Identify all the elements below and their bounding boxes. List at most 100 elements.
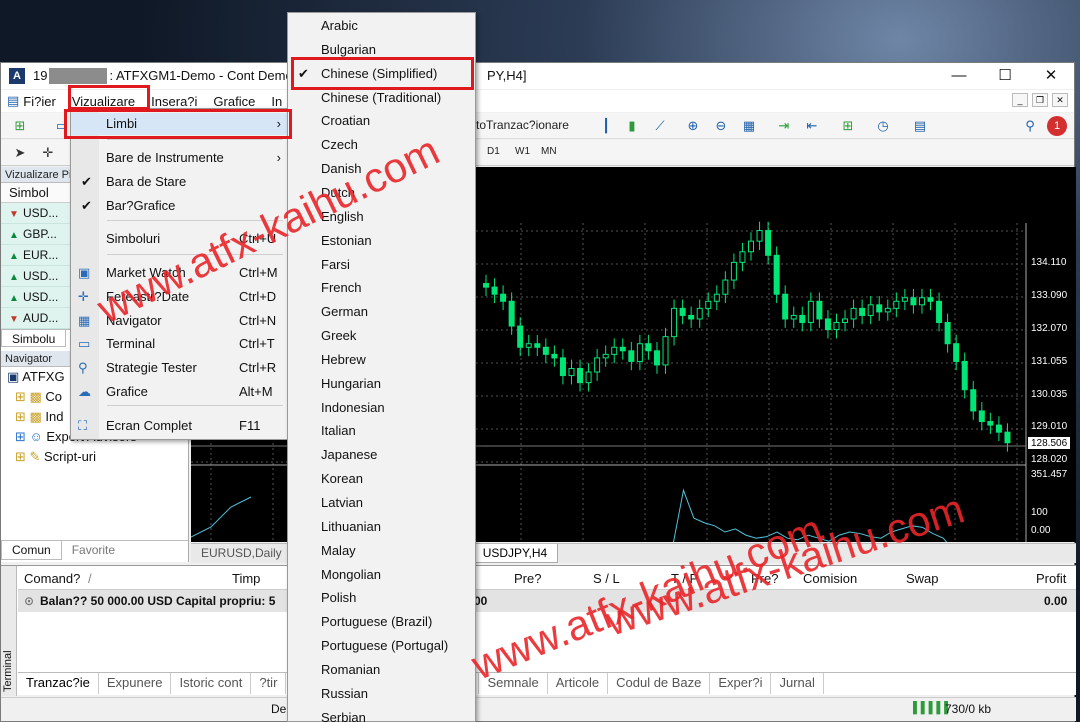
view-menu-item[interactable]: ✔ Bara de Stare	[71, 171, 287, 193]
chart-tab-usdjpy[interactable]: USDJPY,H4	[471, 544, 559, 563]
candle-body	[713, 293, 720, 302]
templates-icon[interactable]: ▤	[911, 117, 929, 135]
terminal-tab[interactable]: Istoric cont	[171, 673, 252, 694]
price-tick-label: 132.070	[1031, 323, 1068, 334]
language-option[interactable]: German	[321, 300, 368, 324]
col-commission[interactable]: Comision	[803, 571, 857, 586]
nav-scripts[interactable]: ⊞ ✎ Script-uri	[1, 447, 188, 467]
language-option[interactable]: Hebrew	[321, 348, 366, 372]
view-menu-item[interactable]: ✔ Bar?Grafice	[71, 195, 287, 217]
terminal-tab[interactable]: Jurnal	[771, 673, 824, 694]
zoom-out-icon[interactable]: ⊖	[712, 117, 730, 135]
timeframe-w1[interactable]: W1	[515, 146, 530, 157]
view-menu-item[interactable]: ⛶ Ecran Complet F11	[71, 415, 287, 437]
cursor-icon[interactable]: ➤	[11, 144, 29, 162]
language-option[interactable]: Indonesian	[321, 396, 385, 420]
language-option[interactable]: English	[321, 205, 364, 229]
language-option[interactable]: Croatian	[321, 109, 370, 133]
language-option[interactable]: Korean	[321, 467, 363, 491]
language-option[interactable]: French	[321, 276, 361, 300]
language-option[interactable]: Mongolian	[321, 563, 381, 587]
mdi-close-button[interactable]: ✕	[1052, 93, 1068, 107]
tab-common[interactable]: Comun	[1, 541, 62, 560]
bar-chart-icon[interactable]: ┃	[597, 117, 615, 135]
view-menu-item[interactable]: ▣ Market Watch Ctrl+M	[71, 262, 287, 284]
language-option[interactable]: Danish	[321, 157, 361, 181]
terminal-tab[interactable]: ?tir	[251, 673, 287, 694]
tab-favorites[interactable]: Favorite	[62, 541, 125, 560]
terminal-tab[interactable]: Expunere	[99, 673, 172, 694]
view-menu-item[interactable]: ✛ Fereastr?Date Ctrl+D	[71, 286, 287, 308]
close-button[interactable]: ✕	[1028, 63, 1074, 89]
new-chart-icon[interactable]: ⊞	[11, 117, 29, 135]
price-tick-label: 130.035	[1031, 389, 1068, 400]
mdi-minimize-button[interactable]: _	[1012, 93, 1028, 107]
line-chart-icon[interactable]: ⟋	[651, 117, 669, 135]
language-option[interactable]: Lithuanian	[321, 515, 381, 539]
price-tick-label: 129.010	[1031, 421, 1068, 432]
language-option[interactable]: Malay	[321, 539, 356, 563]
periods-clock-icon[interactable]: ◷	[874, 117, 892, 135]
crosshair-icon[interactable]: ✛	[39, 144, 57, 162]
language-option[interactable]: Serbian	[321, 706, 366, 722]
tile-windows-icon[interactable]: ▦	[740, 117, 758, 135]
terminal-tab[interactable]: Tranzac?ie	[18, 673, 99, 694]
language-option[interactable]: Italian	[321, 419, 356, 443]
view-menu-item[interactable]: ☁ Grafice Alt+M	[71, 381, 287, 403]
autotrading-button[interactable]: toTranzac?ionare	[476, 118, 569, 132]
view-menu-item[interactable]: Simboluri Ctrl+U	[71, 228, 287, 250]
language-option[interactable]: Arabic	[321, 14, 358, 38]
col-sl[interactable]: S / L	[593, 571, 620, 586]
language-option[interactable]: Estonian	[321, 229, 372, 253]
col-price2[interactable]: Pre?	[751, 571, 778, 586]
language-option[interactable]: Japanese	[321, 443, 377, 467]
terminal-tab[interactable]: Codul de Baze	[608, 673, 711, 694]
candle-body	[739, 251, 746, 263]
language-option[interactable]: Portuguese (Portugal)	[321, 634, 448, 658]
view-menu-item[interactable]: ⚲ Strategie Tester Ctrl+R	[71, 357, 287, 379]
language-option[interactable]: Czech	[321, 133, 358, 157]
mdi-restore-button[interactable]: ❐	[1032, 93, 1048, 107]
language-option[interactable]: Polish	[321, 586, 356, 610]
search-icon[interactable]: ⚲	[1021, 117, 1039, 135]
view-menu-item[interactable]: ▭ Terminal Ctrl+T	[71, 333, 287, 355]
menu-charts[interactable]: Grafice	[205, 94, 263, 109]
timeframe-mn[interactable]: MN	[541, 146, 557, 157]
chart-shift-icon[interactable]: ⇥	[775, 117, 793, 135]
col-profit[interactable]: Profit	[1036, 571, 1066, 586]
language-option[interactable]: Hungarian	[321, 372, 381, 396]
menu-insert[interactable]: Insera?i	[143, 94, 205, 109]
candlestick-icon[interactable]: ▮	[623, 117, 641, 135]
language-option[interactable]: Dutch	[321, 181, 355, 205]
maximize-button[interactable]: ☐	[982, 63, 1028, 89]
notification-badge[interactable]: 1	[1047, 116, 1067, 136]
timeframe-d1[interactable]: D1	[487, 146, 500, 157]
terminal-tab[interactable]: Articole	[548, 673, 609, 694]
col-swap[interactable]: Swap	[906, 571, 939, 586]
col-tp[interactable]: T / P	[671, 571, 698, 586]
col-order[interactable]: Comand?	[24, 571, 80, 586]
language-option[interactable]: Latvian	[321, 491, 363, 515]
zoom-in-icon[interactable]: ⊕	[684, 117, 702, 135]
minimize-button[interactable]: —	[936, 63, 982, 89]
autoscroll-icon[interactable]: ⇤	[803, 117, 821, 135]
balance-row[interactable]: ⊙ Balan?? 50 000.00 USD Capital propriu:…	[18, 590, 1076, 612]
language-option[interactable]: Portuguese (Brazil)	[321, 610, 432, 634]
language-option[interactable]: Romanian	[321, 658, 380, 682]
language-option[interactable]: Greek	[321, 324, 356, 348]
menu-file[interactable]: Fi?ier	[19, 94, 64, 109]
menu-item-shortcut: Ctrl+R	[239, 360, 277, 375]
tab-symbols[interactable]: Simbolu	[1, 330, 67, 347]
symbol-name: USD...	[23, 269, 59, 283]
indicators-icon[interactable]: ⊞	[839, 117, 857, 135]
language-option[interactable]: Russian	[321, 682, 368, 706]
chart-tab-eurusd[interactable]: EURUSD,Daily	[191, 544, 292, 563]
view-menu-item[interactable]: ▦ Navigator Ctrl+N	[71, 310, 287, 332]
language-option[interactable]: Farsi	[321, 253, 350, 277]
view-menu-item[interactable]: Bare de Instrumente ›	[71, 147, 287, 169]
col-price[interactable]: Pre?	[514, 571, 541, 586]
terminal-tab[interactable]: Semnale	[479, 673, 548, 694]
candle-body	[936, 300, 943, 324]
terminal-tab[interactable]: Exper?i	[710, 673, 772, 694]
col-time[interactable]: Timp	[232, 571, 260, 586]
